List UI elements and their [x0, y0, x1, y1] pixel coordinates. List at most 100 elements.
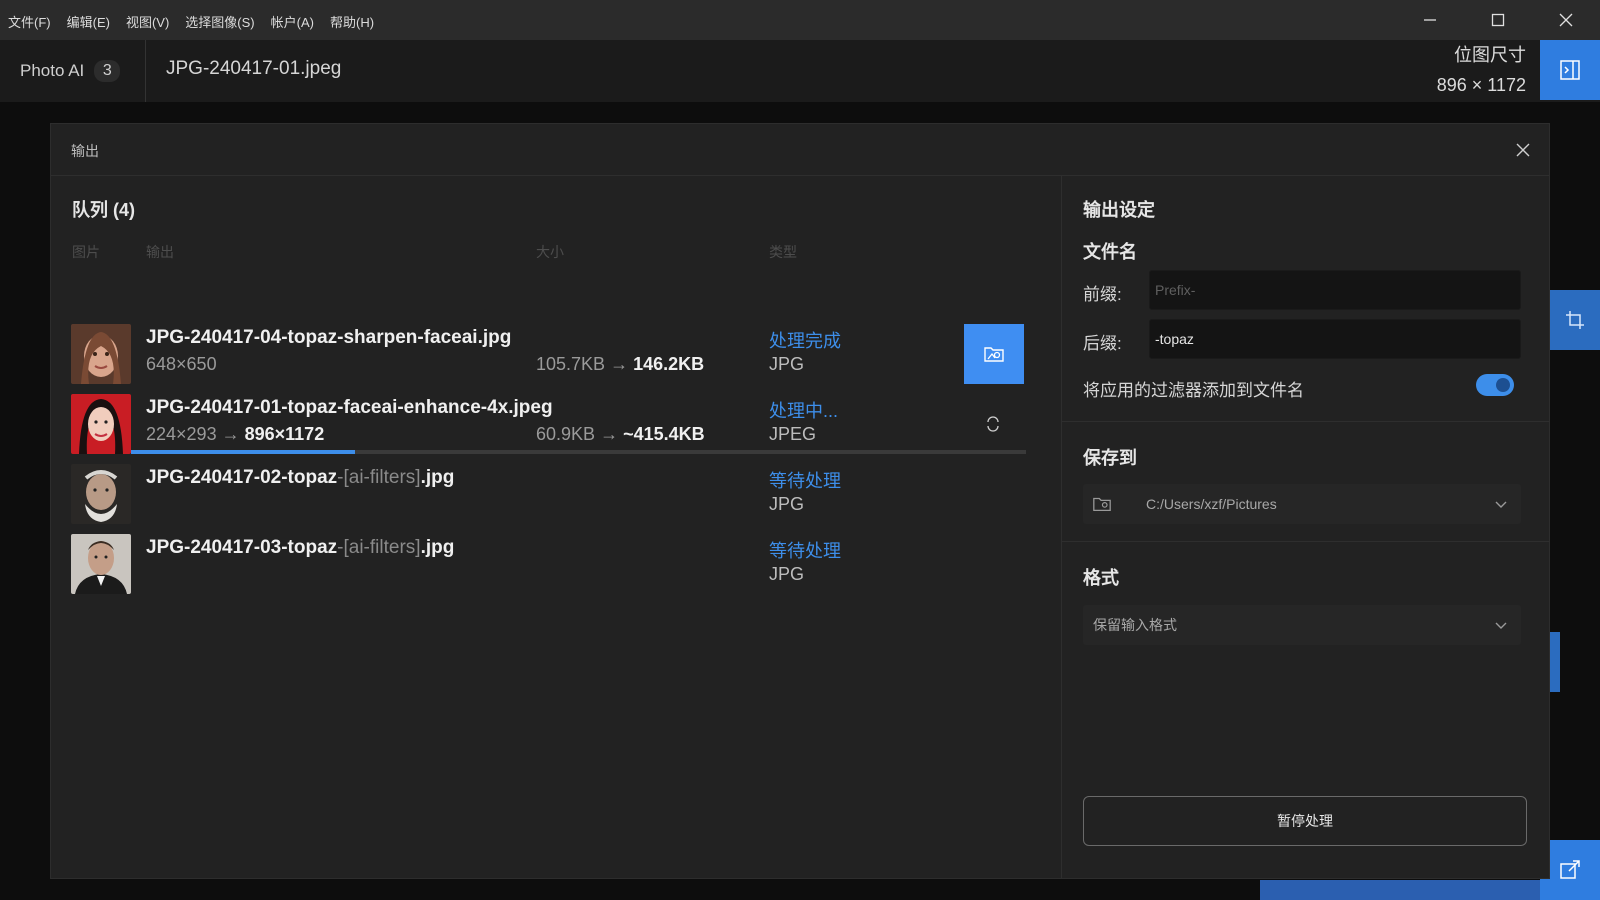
divider	[1062, 421, 1550, 422]
close-icon	[1559, 13, 1573, 27]
format-title: 格式	[1083, 568, 1119, 588]
suffix-input[interactable]	[1149, 319, 1521, 359]
file-name-base: JPG-240417-02-topaz	[146, 467, 338, 488]
arrow-right-icon: →	[221, 424, 240, 444]
col-size: 大小	[536, 244, 564, 260]
crop-tool-button[interactable]	[1550, 290, 1600, 350]
file-type: JPG	[769, 354, 805, 374]
export-icon	[1560, 860, 1580, 879]
status-label: 处理完成	[769, 331, 841, 351]
queue-title: 队列 (4)	[72, 200, 135, 220]
top-bar: Photo AI 3 JPG-240417-01.jpeg 位图尺寸 896 ×…	[0, 40, 1600, 102]
suffix-label: 后缀:	[1083, 334, 1122, 353]
size-to: ~415.4KB	[623, 424, 705, 444]
save-path-select[interactable]: C:/Users/xzf/Pictures	[1083, 484, 1521, 524]
file-size: 105.7KB → 146.2KB	[536, 354, 704, 375]
thumbnail	[71, 394, 131, 454]
file-type: JPG	[769, 494, 805, 514]
maximize-button[interactable]	[1464, 0, 1532, 40]
folder-image-icon	[1093, 497, 1111, 511]
menu-select-image[interactable]: 选择图像(S)	[185, 10, 254, 31]
col-output: 输出	[146, 244, 174, 260]
file-name-ext: .jpg	[420, 467, 455, 488]
file-name-suffix: -[ai-filters]	[337, 537, 421, 558]
menu-edit[interactable]: 编辑(E)	[67, 10, 110, 31]
pause-processing-button[interactable]: 暂停处理	[1083, 796, 1527, 846]
dialog-close-button[interactable]	[1513, 140, 1533, 160]
queue-row[interactable]: JPG-240417-02-topaz-[ai-filters].jpg 等待处…	[71, 464, 1046, 528]
menu-view[interactable]: 视图(V)	[126, 10, 169, 31]
dims-from: 224×293	[146, 424, 217, 444]
open-folder-button[interactable]	[964, 324, 1024, 384]
queue-panel: 队列 (4) 图片 输出 大小 类型 JPG-240417-04-topaz-s…	[51, 176, 1061, 878]
bitmap-size-label: 位图尺寸	[1454, 45, 1526, 65]
format-value: 保留输入格式	[1093, 617, 1177, 633]
queue-row[interactable]: JPG-240417-01-topaz-faceai-enhance-4x.jp…	[71, 394, 1046, 458]
thumbnail	[71, 324, 131, 384]
save-to-title: 保存到	[1083, 448, 1137, 468]
bitmap-size-value: 896 × 1172	[1436, 75, 1526, 95]
panel-toggle-button[interactable]	[1540, 40, 1600, 100]
file-name: JPG-240417-02-topaz-[ai-filters].jpg	[146, 467, 454, 489]
minimize-icon	[1424, 19, 1436, 21]
queue-row[interactable]: JPG-240417-04-topaz-sharpen-faceai.jpg 6…	[71, 324, 1046, 388]
minimize-button[interactable]	[1396, 0, 1464, 40]
bitmap-info: 位图尺寸 896 × 1172	[1437, 42, 1526, 102]
close-window-button[interactable]	[1532, 0, 1600, 40]
close-icon	[1516, 143, 1530, 157]
app-name: Photo AI	[20, 61, 85, 80]
file-type: JPEG	[769, 424, 817, 444]
app-count-badge: 3	[94, 60, 121, 82]
filename-title: 文件名	[1083, 242, 1137, 262]
output-dialog: 输出 队列 (4) 图片 输出 大小 类型 JPG-240417-04-topa…	[50, 123, 1550, 879]
progress-bar	[131, 450, 1026, 454]
menu-account[interactable]: 帐户(A)	[271, 10, 314, 31]
queue-row[interactable]: JPG-240417-03-topaz-[ai-filters].jpg 等待处…	[71, 534, 1046, 598]
file-name: JPG-240417-04-topaz-sharpen-faceai.jpg	[146, 327, 512, 348]
dialog-title: 输出	[71, 143, 99, 159]
file-name: JPG-240417-03-topaz-[ai-filters].jpg	[146, 537, 454, 559]
file-name-ext: .jpg	[420, 537, 455, 558]
maximize-icon	[1491, 13, 1505, 27]
settings-title: 输出设定	[1083, 200, 1155, 220]
arrow-right-icon: →	[600, 424, 619, 444]
divider	[1062, 541, 1550, 542]
dimensions: 224×293 → 896×1172	[146, 424, 324, 445]
dimensions: 648×650	[146, 354, 217, 375]
toggle-label: 将应用的过滤器添加到文件名	[1083, 381, 1304, 400]
save-path: C:/Users/xzf/Pictures	[1146, 496, 1277, 512]
filter-name-toggle[interactable]	[1476, 374, 1514, 396]
menu-help[interactable]: 帮助(H)	[330, 10, 374, 31]
file-size: 60.9KB → ~415.4KB	[536, 424, 705, 445]
output-settings-panel: 输出设定 文件名 前缀: 后缀: 将应用的过滤器添加到文件名 保存到 C:/Us…	[1061, 176, 1550, 878]
loading-spinner-icon	[983, 414, 1003, 434]
chevron-down-icon	[1495, 622, 1507, 629]
size-to: 146.2KB	[633, 354, 705, 374]
menu-file[interactable]: 文件(F)	[8, 10, 51, 31]
col-image: 图片	[72, 244, 100, 260]
thumbnail	[71, 464, 131, 524]
background-bottom-bar	[1260, 880, 1540, 900]
file-title: JPG-240417-01.jpeg	[166, 58, 342, 79]
progress-fill	[131, 450, 355, 454]
folder-image-icon	[984, 347, 1004, 362]
file-name-suffix: -[ai-filters]	[337, 467, 421, 488]
side-panel-icon	[1560, 60, 1580, 80]
format-select[interactable]: 保留输入格式	[1083, 605, 1521, 645]
status-label: 等待处理	[769, 541, 841, 561]
file-type: JPG	[769, 564, 805, 584]
crop-icon	[1566, 311, 1584, 329]
app-tab[interactable]: Photo AI 3	[0, 40, 146, 102]
menu-bar: 文件(F) 编辑(E) 视图(V) 选择图像(S) 帐户(A) 帮助(H)	[0, 0, 1600, 40]
prefix-input[interactable]	[1149, 270, 1521, 310]
size-from: 60.9KB	[536, 424, 596, 444]
toggle-knob	[1496, 378, 1510, 392]
status-label: 处理中...	[769, 401, 839, 421]
status-label: 等待处理	[769, 471, 841, 491]
file-name: JPG-240417-01-topaz-faceai-enhance-4x.jp…	[146, 397, 553, 418]
size-from: 105.7KB	[536, 354, 606, 374]
file-name-base: JPG-240417-03-topaz	[146, 537, 338, 558]
dims-from: 648×650	[146, 354, 217, 374]
prefix-label: 前缀:	[1083, 285, 1122, 304]
chevron-down-icon	[1495, 501, 1507, 508]
